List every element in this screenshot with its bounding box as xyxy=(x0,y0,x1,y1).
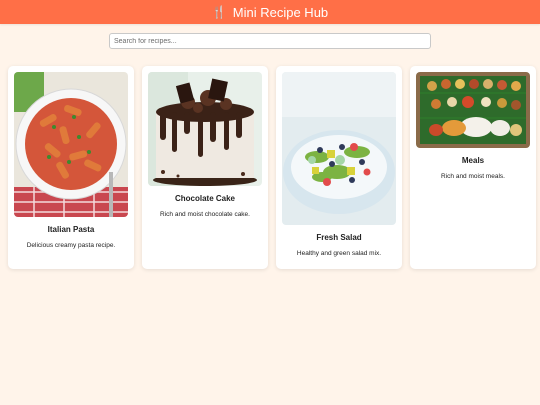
recipe-card-meals[interactable]: Meals Rich and moist meals. xyxy=(410,66,536,269)
meals-image xyxy=(416,72,530,148)
search-input[interactable] xyxy=(109,33,431,49)
recipe-description: Rich and moist meals. xyxy=(441,173,505,180)
recipe-card-chocolate-cake[interactable]: Chocolate Cake Rich and moist chocolate … xyxy=(142,66,268,269)
recipe-title: Meals xyxy=(461,156,485,165)
app-title: Mini Recipe Hub xyxy=(232,4,329,20)
recipe-description: Rich and moist chocolate cake. xyxy=(160,211,250,218)
search-bar xyxy=(0,33,540,49)
recipe-description: Delicious creamy pasta recipe. xyxy=(26,242,116,249)
recipe-description: Healthy and green salad mix. xyxy=(296,250,382,257)
recipe-title: Fresh Salad xyxy=(316,233,362,242)
recipe-title: Italian Pasta xyxy=(47,225,95,234)
italian-pasta-image xyxy=(14,72,128,217)
fresh-salad-image xyxy=(282,72,396,225)
chocolate-cake-image xyxy=(148,72,262,186)
recipe-card-fresh-salad[interactable]: Fresh Salad Healthy and green salad mix. xyxy=(276,66,402,269)
app-header: 🍴 Mini Recipe Hub xyxy=(0,0,540,24)
recipe-title: Chocolate Cake xyxy=(174,194,236,203)
recipe-card-italian-pasta[interactable]: Italian Pasta Delicious creamy pasta rec… xyxy=(8,66,134,269)
recipe-list: Italian Pasta Delicious creamy pasta rec… xyxy=(8,66,536,269)
fork-knife-icon: 🍴 xyxy=(211,5,227,19)
